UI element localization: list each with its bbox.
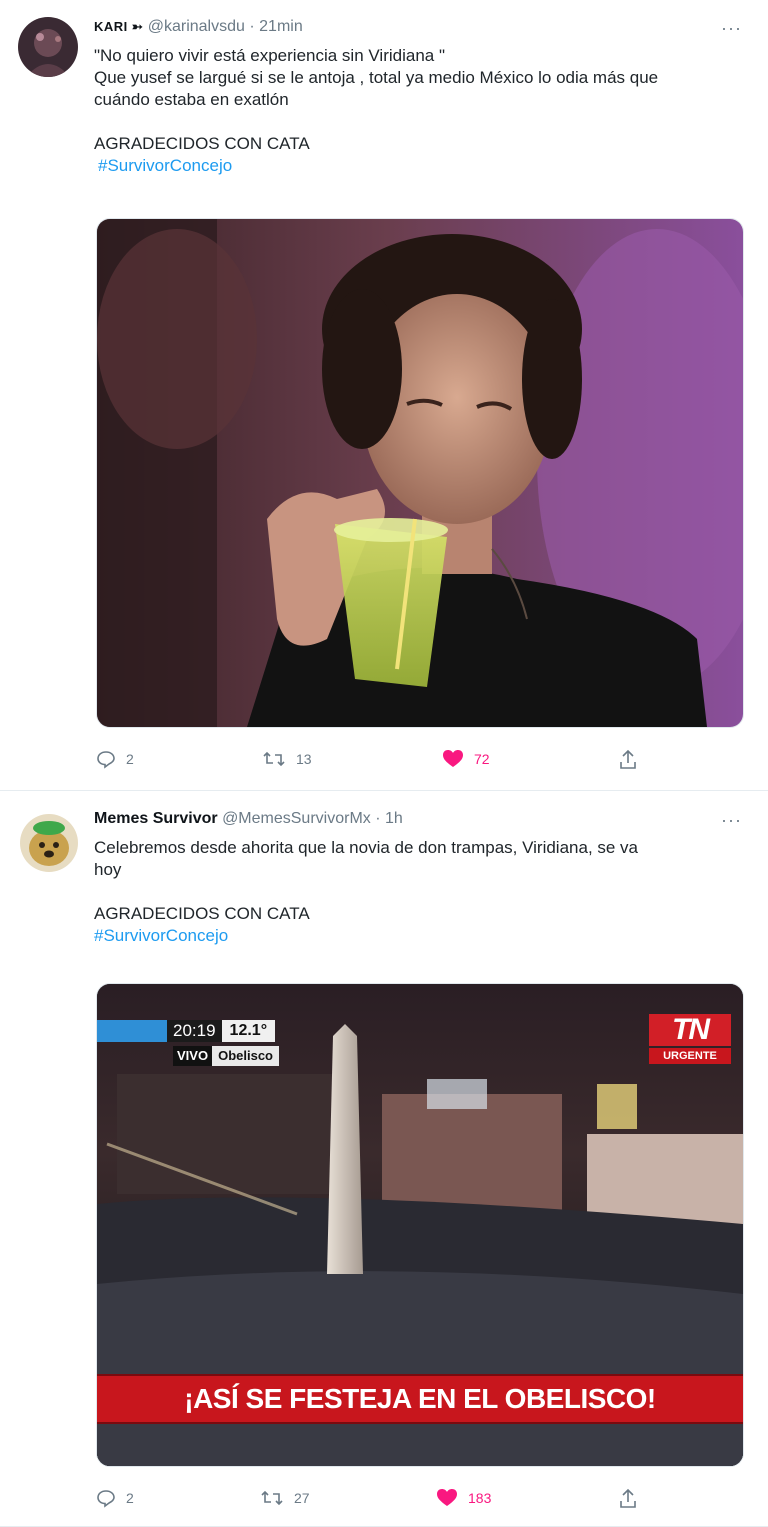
text-line: Celebremos desde ahorita que la novia de… xyxy=(94,838,639,857)
handle[interactable]: @MemesSurvivorMx xyxy=(222,810,371,827)
text-line: "No quiero vivir está experiencia sin Vi… xyxy=(94,46,445,65)
clock-bar-accent xyxy=(97,1020,167,1042)
text-line: hoy xyxy=(94,860,122,879)
display-name[interactable]: Memes Survivor xyxy=(94,810,218,827)
news-banner: ¡ASÍ SE FESTEJA EN EL OBELISCO! xyxy=(97,1374,743,1424)
tweet-text: "No quiero vivir está experiencia sin Vi… xyxy=(94,45,738,177)
display-name[interactable]: KARI ➳ xyxy=(94,19,143,34)
hashtag-link[interactable]: #SurvivorConcejo xyxy=(94,925,738,947)
urgent-label: URGENTE xyxy=(649,1048,731,1064)
tn-logo: TN xyxy=(649,1014,731,1046)
reply-icon xyxy=(96,1488,116,1508)
timestamp[interactable]: 1h xyxy=(385,810,403,827)
tweet-image[interactable]: 20:19 12.1° VIVO Obelisco TN URGENTE ¡AS… xyxy=(96,983,744,1467)
share-button[interactable] xyxy=(618,749,638,771)
tag-line: AGRADECIDOS CON CATA xyxy=(94,904,310,923)
tweet-actions: 2 13 72 xyxy=(96,749,656,775)
retweet-button[interactable]: 13 xyxy=(262,749,312,769)
timeline-feed: KARI ➳ @karinalvsdu · 21min ··· "No quie… xyxy=(0,0,768,1527)
text-line: cuándo estaba en exatlón xyxy=(94,90,289,109)
handle[interactable]: @karinalvsdu xyxy=(148,18,245,35)
retweet-count: 27 xyxy=(294,1490,310,1506)
retweet-icon xyxy=(262,749,286,769)
avatar[interactable] xyxy=(20,814,78,872)
like-button[interactable]: 72 xyxy=(442,749,490,769)
avatar[interactable] xyxy=(18,17,78,77)
retweet-icon xyxy=(260,1488,284,1508)
reply-button[interactable]: 2 xyxy=(96,749,134,769)
text-line: Que yusef se largué si se le antoja , to… xyxy=(94,68,659,87)
hashtag-link[interactable]: #SurvivorConcejo xyxy=(94,155,738,177)
reply-button[interactable]: 2 xyxy=(96,1488,134,1508)
tweet-actions: 2 27 183 xyxy=(96,1488,656,1514)
tag-line: AGRADECIDOS CON CATA xyxy=(94,134,310,153)
reply-count: 2 xyxy=(126,1490,134,1506)
tweet[interactable]: KARI ➳ @karinalvsdu · 21min ··· "No quie… xyxy=(0,0,768,791)
more-options-icon[interactable]: ··· xyxy=(721,810,742,831)
more-options-icon[interactable]: ··· xyxy=(721,18,742,39)
network-logo: TN URGENTE xyxy=(649,1014,731,1064)
like-count: 183 xyxy=(468,1490,492,1506)
like-count: 72 xyxy=(474,751,490,767)
timestamp[interactable]: 21min xyxy=(259,18,303,35)
live-badge: VIVO xyxy=(173,1046,213,1066)
tweet-header: KARI ➳ @karinalvsdu · 21min xyxy=(94,18,303,36)
live-clock-bar: 20:19 12.1° xyxy=(97,1020,293,1042)
heart-filled-icon xyxy=(436,1488,458,1508)
share-icon xyxy=(618,1488,638,1510)
share-icon xyxy=(618,749,638,771)
reply-count: 2 xyxy=(126,751,134,767)
retweet-count: 13 xyxy=(296,751,312,767)
reply-icon xyxy=(96,749,116,769)
retweet-button[interactable]: 27 xyxy=(260,1488,310,1508)
tweet[interactable]: Memes Survivor @MemesSurvivorMx · 1h ···… xyxy=(0,791,768,1527)
separator: · xyxy=(375,810,385,827)
tweet-image[interactable] xyxy=(96,218,744,728)
live-clock: 20:19 xyxy=(167,1020,222,1042)
like-button[interactable]: 183 xyxy=(436,1488,491,1508)
tweet-header: Memes Survivor @MemesSurvivorMx · 1h xyxy=(94,810,403,828)
heart-filled-icon xyxy=(442,749,464,769)
location-label: Obelisco xyxy=(212,1046,279,1066)
banner-text: ¡ASÍ SE FESTEJA EN EL OBELISCO! xyxy=(184,1383,656,1414)
separator: · xyxy=(249,18,260,35)
share-button[interactable] xyxy=(618,1488,638,1510)
live-location-bar: VIVO Obelisco xyxy=(173,1046,279,1066)
tweet-text: Celebremos desde ahorita que la novia de… xyxy=(94,837,738,947)
temperature: 12.1° xyxy=(221,1020,276,1042)
